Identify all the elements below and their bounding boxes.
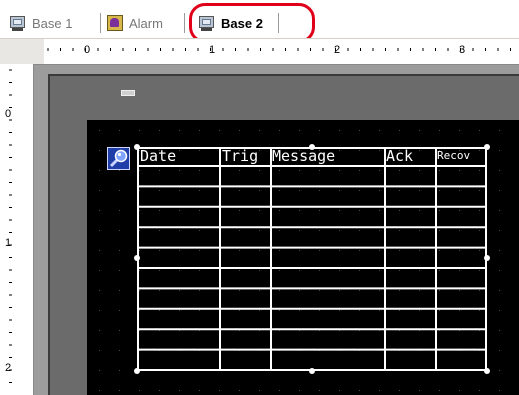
ruler-label-h3: 3 [459,44,466,56]
alarm-table-grid [137,147,487,371]
tab-base-1[interactable]: Base 1 [10,12,72,34]
ruler-label-v1: 1 [5,237,12,249]
table-outline [137,147,487,371]
ruler-label-h1: 1 [209,44,216,56]
tab-alarm-label: Alarm [129,15,163,31]
resize-handle-bottom[interactable] [309,368,315,374]
alarm-history-table[interactable]: Date Trig Message Ack Recov [134,144,490,374]
tab-separator [100,13,101,33]
ruler-label-h0: 0 [84,44,91,56]
vertical-ruler: 0 1 2 [0,64,34,395]
tab-base-1-label: Base 1 [32,15,73,31]
small-object[interactable] [121,90,135,96]
resize-handle-right[interactable] [484,255,490,261]
resize-handle-top[interactable] [309,144,315,150]
ruler-corner [0,39,44,65]
ruler-label-v2: 2 [5,362,12,374]
column-header-ack: Ack [386,147,414,165]
tab-alarm[interactable]: Alarm [107,12,163,34]
ruler-label-v0: 0 [5,108,12,120]
horizontal-ruler: 0 1 2 3 [44,39,519,65]
ruler-label-h2: 2 [334,44,341,56]
resize-handle-bottom-right[interactable] [484,368,490,374]
resize-handle-bottom-left[interactable] [134,368,140,374]
magnifier-icon [109,149,128,168]
column-header-date: Date [140,147,177,165]
resize-handle-left[interactable] [134,255,140,261]
alarm-icon [107,15,123,31]
resize-handle-top-left[interactable] [134,144,140,150]
column-header-recov: Recov [437,149,471,162]
tab-separator [184,13,185,33]
column-header-trig: Trig [222,147,259,165]
resize-handle-top-right[interactable] [484,144,490,150]
screen-icon [10,15,26,31]
alarm-part-icon[interactable] [107,147,130,170]
tab-highlight-annotation [189,3,315,43]
horizontal-ruler-ticks [47,48,511,51]
column-header-message: Message [272,147,336,165]
